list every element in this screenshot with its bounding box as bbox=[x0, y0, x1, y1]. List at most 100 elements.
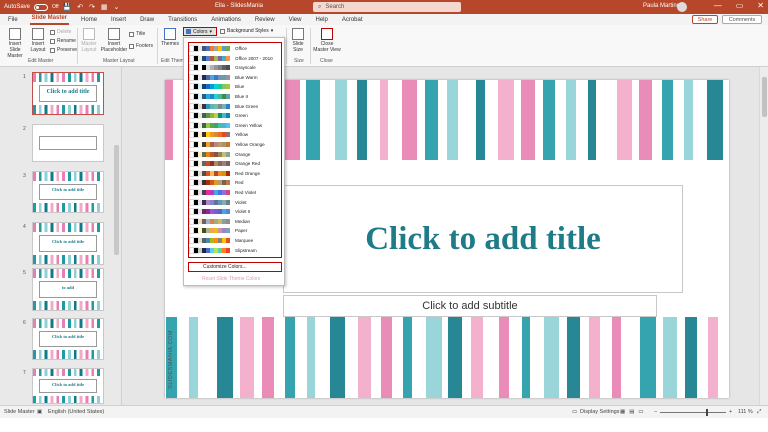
color-palette-item[interactable]: Violet II bbox=[189, 208, 280, 216]
view-buttons[interactable]: ▦▤▭ bbox=[620, 409, 648, 415]
search-box[interactable]: ⌕ Search bbox=[313, 2, 461, 12]
tab-draw[interactable]: Draw bbox=[138, 17, 156, 25]
decorative-stripe bbox=[706, 80, 723, 160]
color-palette-item[interactable]: Median bbox=[189, 217, 280, 225]
insert-placeholder-button[interactable]: Insert Placeholder bbox=[100, 28, 128, 53]
color-palette-item[interactable]: Office bbox=[189, 45, 280, 52]
share-button[interactable]: Share bbox=[692, 15, 718, 24]
background-styles-button[interactable]: Background Styles ▾ bbox=[220, 28, 273, 34]
color-palette-item[interactable]: Orange bbox=[189, 150, 280, 158]
slide-size-button[interactable]: Slide Size bbox=[289, 28, 307, 53]
title-checkbox[interactable]: Title bbox=[129, 31, 145, 37]
customize-colors-menu-item[interactable]: Customize Colors... bbox=[188, 262, 282, 272]
palette-swatch-icon bbox=[189, 64, 230, 72]
subtitle-placeholder[interactable]: Click to add subtitle bbox=[283, 295, 657, 317]
maximize-button[interactable]: ▭ bbox=[736, 1, 744, 10]
palette-swatch-color bbox=[226, 65, 230, 71]
master-layout-button[interactable]: Master Layout bbox=[79, 28, 99, 53]
rename-button[interactable]: Rename bbox=[50, 38, 76, 44]
decorative-stripe bbox=[447, 80, 458, 160]
color-palette-item[interactable]: Yellow bbox=[189, 131, 280, 139]
slide-thumbnail[interactable]: Click to add title bbox=[32, 318, 104, 360]
color-palette-item[interactable]: Blue Green bbox=[189, 102, 280, 110]
title-placeholder[interactable]: Click to add title bbox=[283, 185, 683, 293]
color-palette-item[interactable]: Office 2007 - 2010 bbox=[189, 54, 280, 62]
colors-button[interactable]: Colors ▾ bbox=[183, 27, 217, 36]
palette-swatch-color bbox=[226, 209, 230, 215]
tab-acrobat[interactable]: Acrobat bbox=[340, 17, 365, 25]
insert-slide-master-button[interactable]: Insert Slide Master bbox=[3, 28, 27, 59]
zoom-out-button[interactable]: − bbox=[654, 409, 657, 415]
decorative-stripe bbox=[639, 80, 652, 160]
slide-thumbnail[interactable]: Click to add title bbox=[32, 368, 104, 404]
color-palette-item[interactable]: Green bbox=[189, 112, 280, 120]
status-language[interactable]: English (United States) bbox=[48, 409, 104, 415]
display-settings-button[interactable]: Display Settings bbox=[580, 409, 619, 415]
canvas-scrollbar-thumb[interactable] bbox=[762, 77, 767, 117]
tab-file[interactable]: File bbox=[6, 17, 20, 25]
decorative-stripe bbox=[306, 80, 320, 160]
color-palette-item[interactable]: Marquee bbox=[189, 237, 280, 244]
color-palette-item[interactable]: Yellow Orange bbox=[189, 141, 280, 148]
color-palette-label: Blue Green bbox=[235, 103, 259, 109]
tab-insert[interactable]: Insert bbox=[109, 17, 128, 25]
color-palette-item[interactable]: Blue Warm bbox=[189, 73, 280, 81]
tab-home[interactable]: Home bbox=[79, 17, 99, 25]
footers-checkbox[interactable]: Footers bbox=[129, 43, 153, 49]
accessibility-icon[interactable]: ▣ bbox=[37, 409, 42, 415]
slide-thumbnail[interactable]: Click to add title bbox=[32, 72, 104, 115]
zoom-slider-handle[interactable] bbox=[706, 409, 708, 416]
autosave-toggle[interactable] bbox=[34, 3, 49, 11]
color-palette-item[interactable]: Paper bbox=[189, 227, 280, 235]
thumbnail-scrollbar[interactable] bbox=[114, 145, 119, 255]
zoom-level[interactable]: 111 % bbox=[738, 409, 753, 415]
zoom-slider[interactable] bbox=[660, 412, 726, 413]
themes-icon bbox=[164, 28, 176, 40]
reset-theme-colors-menu-item[interactable]: Reset Slide Theme Colors bbox=[202, 276, 260, 282]
color-palette-item[interactable]: Slipstream bbox=[189, 246, 280, 254]
insert-placeholder-label: Insert Placeholder bbox=[100, 41, 128, 53]
slide-thumbnail[interactable]: to add bbox=[32, 268, 104, 311]
color-palette-item[interactable]: Blue bbox=[189, 83, 280, 91]
color-palette-item[interactable]: Blue II bbox=[189, 93, 280, 100]
color-palette-label: Office bbox=[235, 46, 247, 51]
tab-view[interactable]: View bbox=[287, 17, 304, 25]
delete-button[interactable]: Delete bbox=[50, 29, 71, 35]
comments-button[interactable]: Comments bbox=[722, 15, 762, 24]
tab-review[interactable]: Review bbox=[253, 17, 277, 25]
close-master-view-button[interactable]: Close Master View bbox=[313, 28, 341, 53]
insert-layout-button[interactable]: Insert Layout bbox=[29, 28, 47, 53]
color-palette-item[interactable]: Green Yellow bbox=[189, 121, 280, 129]
color-palette-label: Grayscale bbox=[235, 65, 256, 71]
decorative-stripe bbox=[685, 317, 697, 398]
colors-dropdown: Customize Colors... Reset Slide Theme Co… bbox=[183, 37, 285, 286]
palette-swatch-color bbox=[226, 170, 230, 176]
tab-slide-master[interactable]: Slide Master bbox=[29, 15, 70, 25]
desktop-strip bbox=[0, 418, 768, 432]
document-title[interactable]: Ella - SlidesMania bbox=[215, 3, 263, 9]
color-palette-item[interactable]: Violet bbox=[189, 198, 280, 206]
themes-button[interactable]: Themes bbox=[161, 28, 179, 47]
color-palette-item[interactable]: Grayscale bbox=[189, 64, 280, 72]
slide-thumbnail[interactable] bbox=[32, 124, 104, 162]
slide-thumbnail[interactable]: Click to add title bbox=[32, 222, 104, 265]
avatar[interactable] bbox=[677, 2, 687, 12]
fit-slide-icon[interactable]: ⤢ bbox=[757, 409, 761, 416]
color-palette-item[interactable]: Red Orange bbox=[189, 169, 280, 177]
slide-thumbnail[interactable]: Click to add title bbox=[32, 171, 104, 213]
canvas-scrollbar[interactable] bbox=[759, 67, 768, 405]
tab-help[interactable]: Help bbox=[313, 17, 329, 25]
color-palette-item[interactable]: Orange Red bbox=[189, 160, 280, 168]
color-palette-item[interactable]: Red Violet bbox=[189, 189, 280, 196]
color-palette-item[interactable]: Red bbox=[189, 179, 280, 187]
close-window-button[interactable]: ✕ bbox=[757, 1, 764, 10]
group-master-layout: Master Layout bbox=[103, 58, 135, 64]
minimize-button[interactable]: — bbox=[714, 1, 722, 10]
quick-access-toolbar[interactable]: 💾 ↶ ↷ ▦ ⌄ bbox=[63, 3, 122, 11]
tab-transitions[interactable]: Transitions bbox=[166, 17, 199, 25]
zoom-in-button[interactable]: + bbox=[729, 409, 732, 415]
color-palette-label: Blue II bbox=[235, 94, 249, 99]
decorative-stripe bbox=[589, 317, 600, 398]
preserve-button[interactable]: Preserve bbox=[50, 47, 77, 53]
tab-animations[interactable]: Animations bbox=[209, 17, 243, 25]
